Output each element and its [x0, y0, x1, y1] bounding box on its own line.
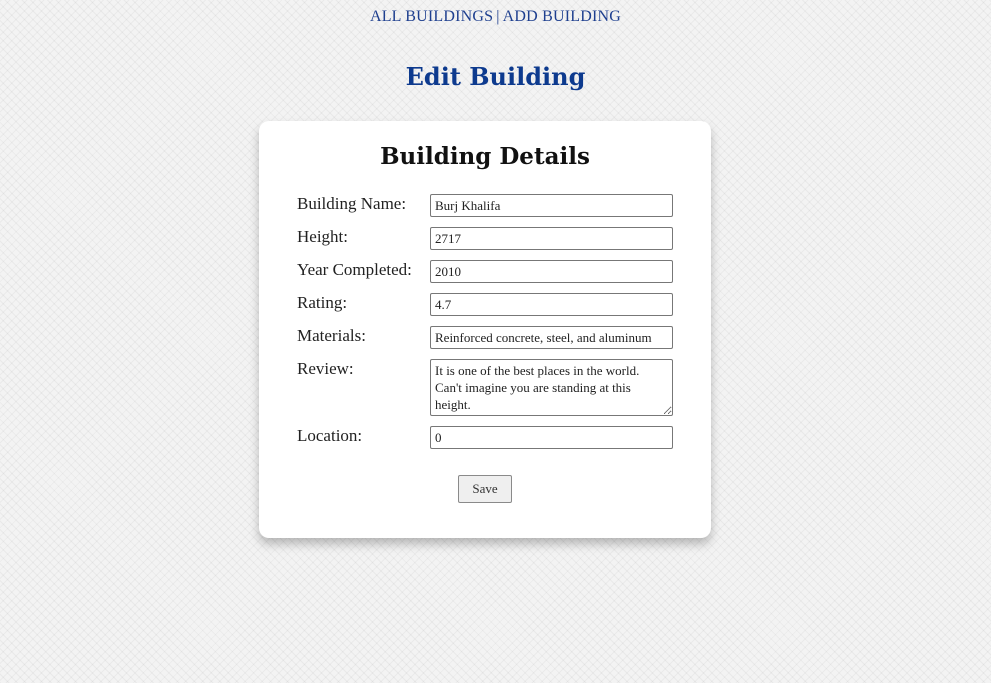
page-title: Edit Building — [405, 62, 586, 91]
review-label: Review: — [297, 359, 354, 378]
building-name-label: Building Name: — [297, 194, 407, 213]
building-details-card: Building Details Building Name: Height: … — [259, 121, 711, 538]
rating-label: Rating: — [297, 293, 348, 312]
nav-link-add-building[interactable]: ADD BUILDING — [503, 8, 621, 25]
nav-separator: | — [496, 8, 500, 25]
year-completed-input[interactable] — [430, 260, 673, 283]
nav-link-all-buildings[interactable]: ALL BUILDINGS — [370, 8, 493, 25]
form-title: Building Details — [380, 143, 590, 170]
building-name-input[interactable] — [430, 194, 673, 217]
review-textarea[interactable]: It is one of the best places in the worl… — [430, 359, 673, 416]
materials-input[interactable] — [430, 326, 673, 349]
year-completed-label: Year Completed: — [297, 260, 412, 279]
height-input[interactable] — [430, 227, 673, 250]
rating-input[interactable] — [430, 293, 673, 316]
materials-label: Materials: — [297, 326, 366, 345]
location-input[interactable] — [430, 426, 673, 449]
location-label: Location: — [297, 426, 363, 445]
height-label: Height: — [297, 227, 348, 246]
save-button[interactable]: Save — [458, 475, 512, 503]
top-nav: ALL BUILDINGS | ADD BUILDING — [0, 8, 991, 26]
